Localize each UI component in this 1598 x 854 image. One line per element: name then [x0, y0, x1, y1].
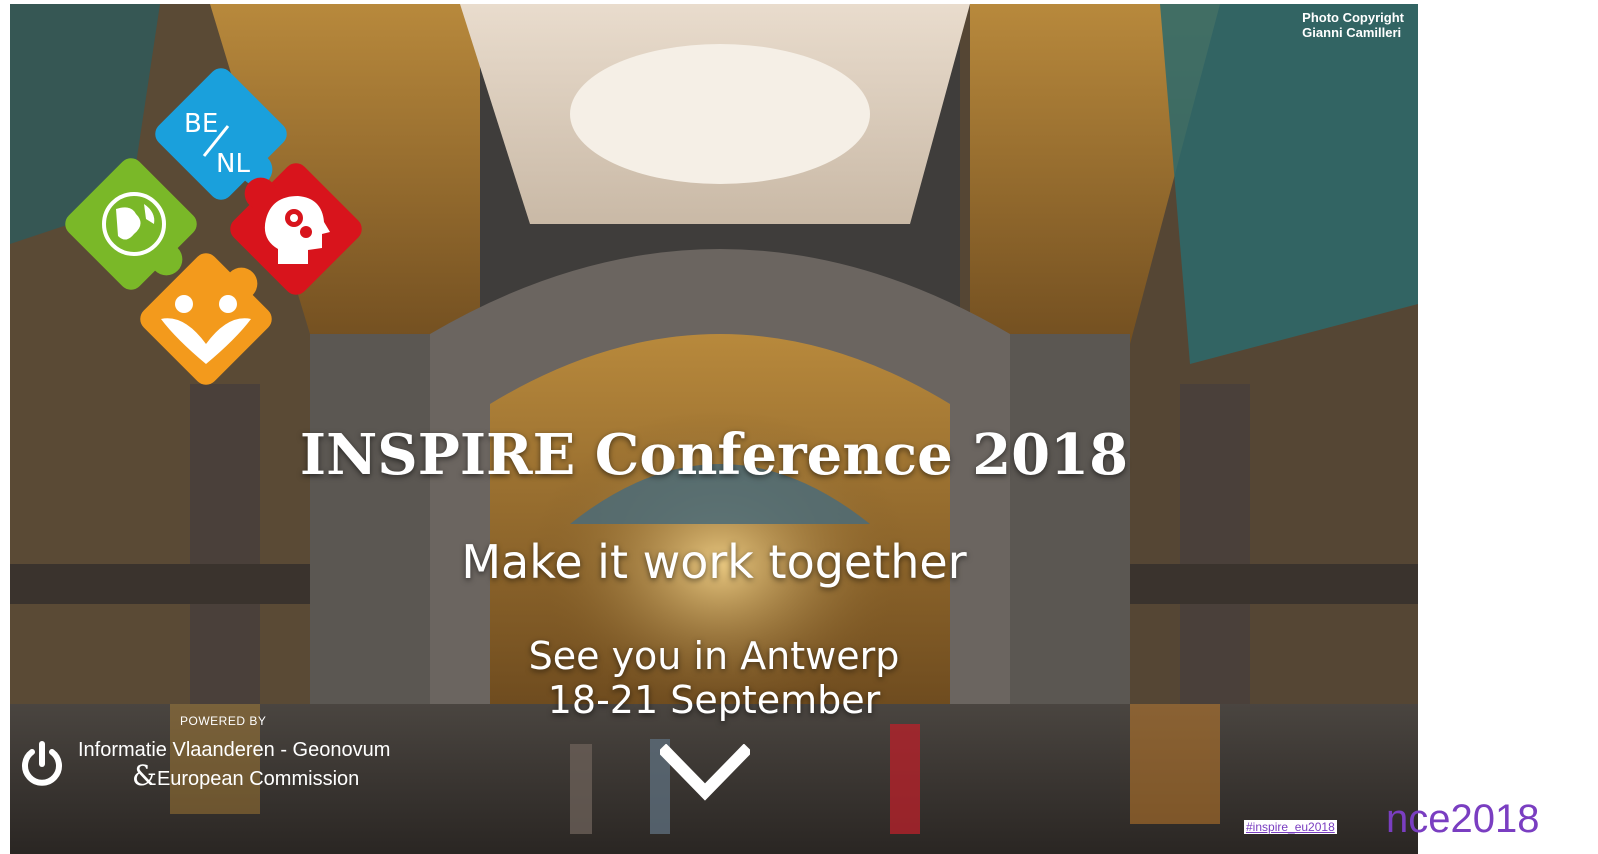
hero-banner: Photo Copyright Gianni Camilleri BE NL I…: [10, 4, 1418, 854]
venue-and-date: See you in Antwerp 18-21 September: [10, 634, 1418, 722]
page: Photo Copyright Gianni Camilleri BE NL I…: [0, 0, 1598, 854]
copyright-line-2: Gianni Camilleri: [1302, 25, 1402, 40]
venue-line: See you in Antwerp: [528, 634, 900, 678]
hashtag-link[interactable]: #inspire_eu2018: [1244, 820, 1337, 834]
ampersand: &: [132, 759, 157, 792]
conference-title: INSPIRE Conference 2018: [299, 422, 1129, 488]
powered-by-block: POWERED BY Informatie Vlaanderen - Geono…: [20, 714, 420, 804]
logo-text-be: BE: [184, 109, 218, 139]
chevron-down-icon[interactable]: [660, 744, 750, 804]
photo-copyright: Photo Copyright Gianni Camilleri: [1302, 10, 1404, 40]
be-nl-puzzle-logo: BE NL: [65, 68, 362, 385]
powered-by-org-2: &European Commission: [132, 762, 360, 791]
conference-subtitle: Make it work together: [461, 535, 967, 589]
logo-text-nl: NL: [216, 149, 250, 179]
power-icon: [22, 741, 62, 786]
powered-by-org-1: Informatie Vlaanderen - Geonovum: [78, 739, 391, 761]
side-link-text[interactable]: nce2018: [1386, 796, 1539, 842]
powered-by-label: POWERED BY: [180, 714, 267, 728]
powered-by-org-2-text: European Commission: [156, 768, 360, 790]
copyright-line-1: Photo Copyright: [1302, 10, 1404, 25]
